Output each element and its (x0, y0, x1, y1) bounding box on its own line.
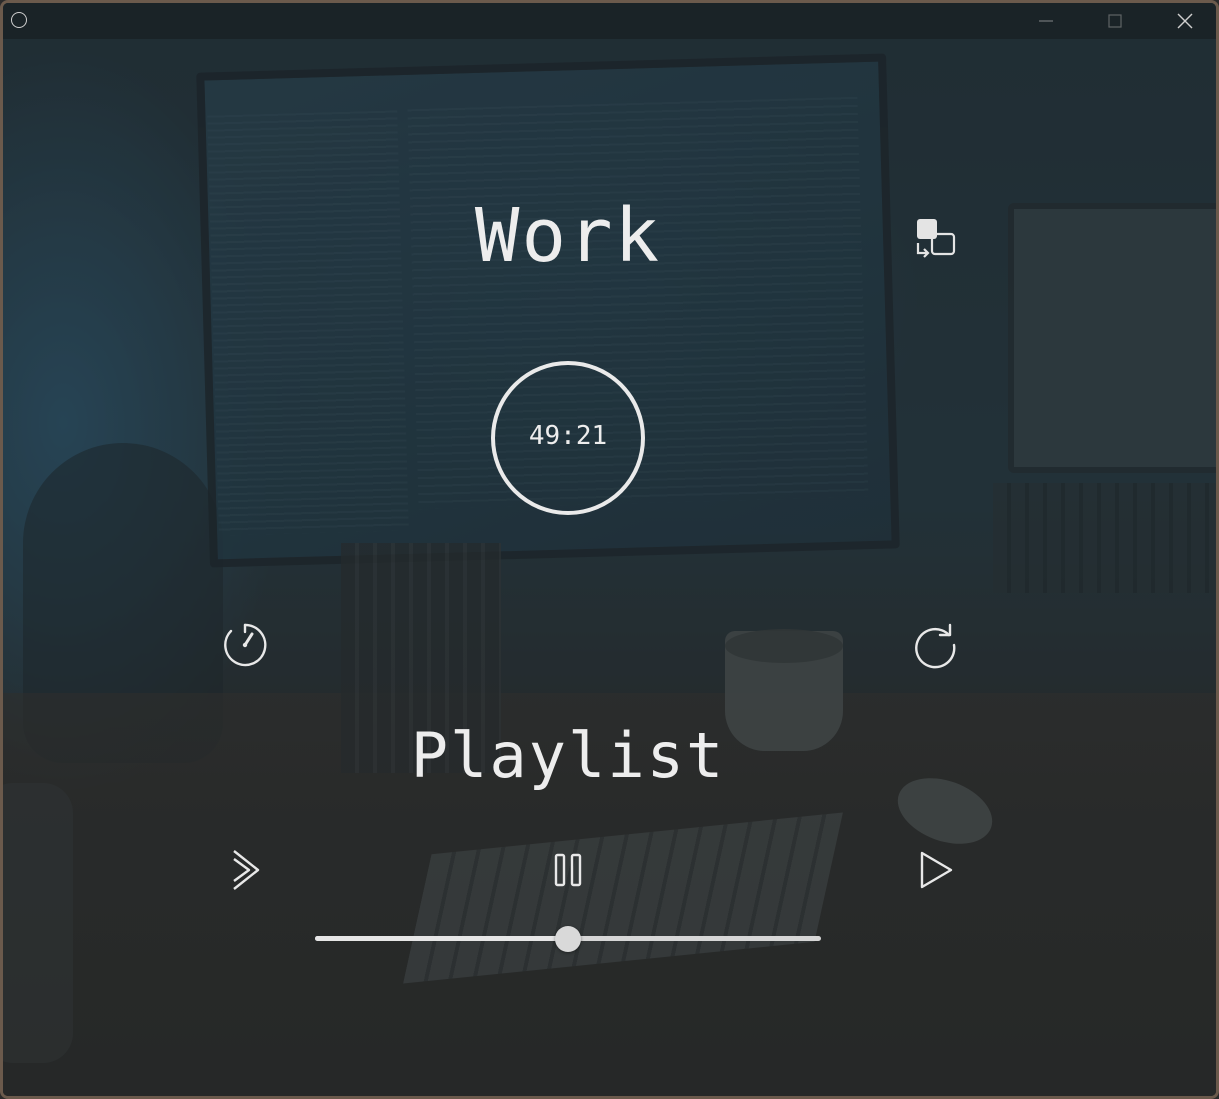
reset-button[interactable] (910, 620, 960, 670)
timer-display: 49:21 (528, 421, 608, 451)
volume-slider[interactable] (315, 925, 821, 953)
title-bar[interactable] (3, 3, 1216, 39)
swap-session-button[interactable] (910, 215, 960, 261)
maximize-button[interactable] (1085, 3, 1145, 39)
pause-button[interactable] (543, 845, 593, 895)
double-chevron-right-icon (233, 850, 260, 890)
maximize-icon (1108, 14, 1122, 28)
circle-app-icon (11, 12, 27, 28)
stopwatch-icon (224, 623, 267, 667)
stopwatch-button[interactable] (220, 620, 270, 670)
playlist-label: Playlist (410, 719, 726, 792)
pause-icon (554, 853, 582, 887)
minimize-icon (1039, 20, 1053, 22)
skip-button[interactable] (221, 845, 271, 895)
slider-fill (315, 936, 568, 941)
session-title: Work (474, 193, 662, 279)
swap-windows-icon (916, 219, 956, 258)
slider-thumb[interactable] (555, 926, 581, 952)
minimize-button[interactable] (1016, 3, 1076, 39)
play-button[interactable] (910, 845, 960, 895)
play-icon (920, 851, 953, 889)
close-icon (1177, 13, 1193, 29)
close-button[interactable] (1155, 3, 1215, 39)
app-window: Work 49:21 Playlist (0, 0, 1219, 1099)
refresh-icon (915, 623, 956, 669)
